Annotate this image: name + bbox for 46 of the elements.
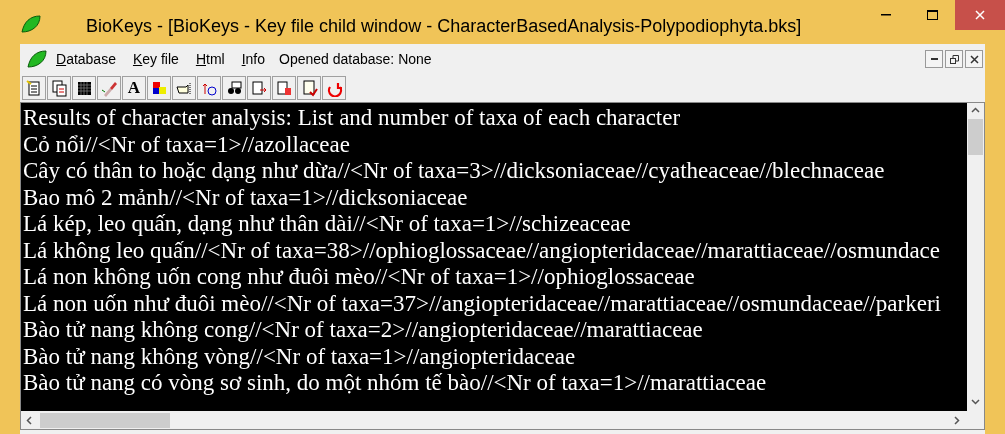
result-line: Bao mô 2 mảnh//<Nr of taxa=1>//dicksoniaceae [23,184,468,211]
result-line: Bào tử nang có vòng sơ sinh, do một nhóm tế bào//<Nr of taxa=1>//marattiaceae [23,370,767,397]
toolbar-button[interactable] [147,76,171,100]
window-title: BioKeys - [BioKeys - Key file child window - CharacterBasedAnalysis-Polypodiophyta.bks] [86,15,802,38]
restore-icon [949,54,959,64]
documents-icon [50,79,68,97]
scroll-right-icon [954,415,960,425]
toolbar-button[interactable] [222,76,246,100]
close-icon [969,54,979,64]
vertical-scrollbar[interactable] [967,103,984,411]
grid-icon [75,79,93,97]
scroll-down-icon [971,399,980,405]
child-restore-button[interactable] [945,50,963,68]
menu-item[interactable]: Database [56,48,116,70]
result-line: Cỏ nổi//<Nr of taxa=1>//azollaceae [23,131,350,158]
minimize-icon [930,58,938,60]
menu-item[interactable]: Info [241,48,266,70]
close-icon [975,10,985,20]
scroll-up-icon [971,107,980,113]
document-icon [25,79,43,97]
menu-item[interactable]: Key file [132,48,179,70]
color-squares-icon [150,79,168,97]
toolbar-button[interactable] [72,76,96,100]
horizontal-scrollbar[interactable] [21,411,984,429]
leaf-icon [20,14,42,34]
scroll-thumb[interactable] [968,119,983,155]
maximize-icon [926,10,938,20]
scroll-thumb[interactable] [40,412,170,428]
font-button[interactable]: A [122,76,146,100]
leaf-icon [26,49,48,69]
document-check-icon [300,79,318,97]
child-minimize-button[interactable] [925,50,943,68]
result-line: Lá non uốn như đuôi mèo//<Nr of taxa=37>//angiopteridaceae//marattiaceae//osmundaceae//parkeri [23,290,941,317]
minimize-icon [881,14,891,16]
result-line: Lá non không uốn cong như đuôi mèo//<Nr of taxa=1>//ophioglossaceae [23,264,695,291]
status-text: Opened database: None [279,49,432,69]
scroll-left-icon [26,415,32,425]
result-line: Bào tử nang không vòng//<Nr of taxa=1>//angiopteridaceae [23,343,576,370]
result-line: Cây có thân to hoặc dạng như dừa//<Nr of taxa=3>//dicksoniaceae//cyatheaceae//blechnaceae [23,158,885,185]
result-line: Lá không leo quấn//<Nr of taxa=38>//ophioglossaceae//angiopteridaceae//marattiaceae//osmundace [23,237,941,264]
result-line: Results of character analysis: List and number of taxa of each character [23,105,681,132]
result-line: Bào tử nang không cong//<Nr of taxa=2>//angiopteridaceae//marattiaceae [23,317,703,344]
result-line: Lá kép, leo quấn, dạng như thân dài//<Nr of taxa=1>//schizeaceae [23,211,631,238]
brush-icon [100,79,118,97]
child-close-button[interactable] [965,50,983,68]
menu-item[interactable]: Html [195,48,225,70]
